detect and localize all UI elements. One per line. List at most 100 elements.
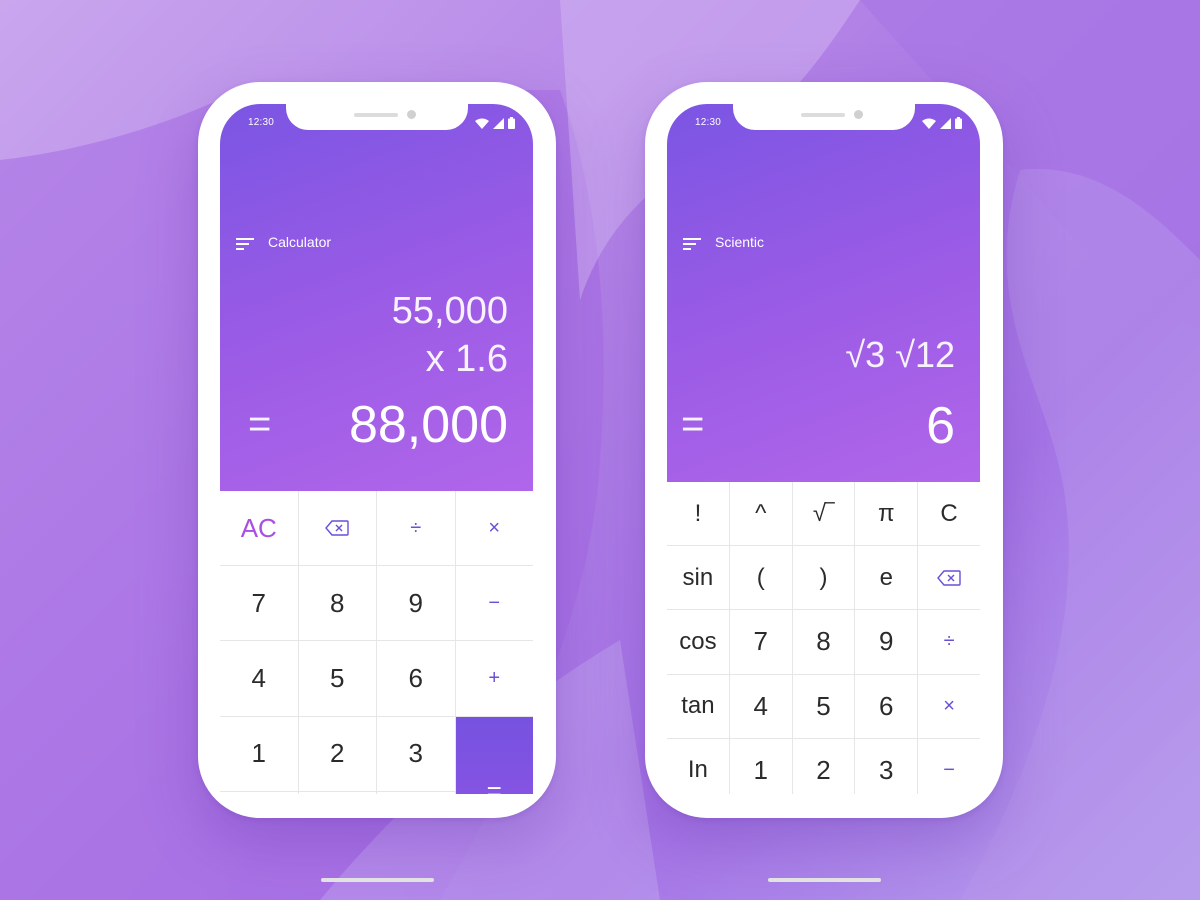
key-6[interactable]: 6 (855, 674, 918, 738)
status-icons (475, 117, 515, 129)
key-sin[interactable]: sin (667, 546, 729, 610)
expression-line-2: x 1.6 (425, 338, 508, 380)
key-3[interactable]: 3 (377, 716, 455, 791)
key-label: C (940, 499, 958, 527)
key-sqrt[interactable]: √‾ (792, 482, 855, 546)
backspace-key[interactable] (918, 546, 980, 610)
key-label: 6 (879, 690, 894, 721)
app-title: Scientic (715, 234, 765, 250)
key-label: 5 (330, 662, 345, 693)
key-4[interactable]: 4 (729, 674, 792, 738)
key-multiply[interactable]: × (455, 491, 533, 566)
key-label: 2 (330, 738, 345, 769)
key-cos[interactable]: cos (667, 610, 729, 674)
speaker-grille (801, 113, 845, 117)
key-1[interactable]: 1 (220, 716, 298, 791)
key-9[interactable]: 9 (855, 610, 918, 674)
key-label: 6 (408, 662, 423, 693)
key-0[interactable]: 0 (298, 791, 376, 794)
wifi-icon (922, 118, 936, 129)
key-5[interactable]: 5 (298, 641, 376, 716)
key-label: 3 (408, 738, 423, 769)
key-e[interactable]: e (855, 546, 918, 610)
backspace-key[interactable] (298, 491, 376, 566)
key-8[interactable]: 8 (792, 610, 855, 674)
notch (733, 104, 915, 130)
wifi-icon (475, 118, 489, 129)
key-label: 7 (753, 626, 768, 657)
front-camera (854, 110, 863, 119)
key-6[interactable]: 6 (377, 641, 455, 716)
key-percent[interactable]: % (220, 791, 298, 794)
key-label: + (488, 666, 501, 689)
key-divide[interactable]: ÷ (918, 610, 980, 674)
result-value: 6 (926, 397, 955, 455)
key-minus[interactable]: − (455, 566, 533, 641)
key-4[interactable]: 4 (220, 641, 298, 716)
key-2[interactable]: 2 (792, 738, 855, 794)
key-label: tan (681, 692, 715, 720)
key-label: 5 (816, 690, 831, 721)
key-pi[interactable]: π (855, 482, 918, 546)
app-title: Calculator (268, 234, 332, 250)
key-8[interactable]: 8 (298, 566, 376, 641)
key-factorial[interactable]: ! (667, 482, 729, 546)
front-camera (407, 110, 416, 119)
key-plus[interactable]: + (455, 641, 533, 716)
background-shapes (0, 0, 1200, 900)
key-1[interactable]: 1 (729, 738, 792, 794)
status-time: 12:30 (248, 117, 275, 128)
key-label: 8 (816, 626, 831, 657)
key-label: e (879, 563, 893, 591)
menu-icon[interactable] (236, 238, 254, 250)
key-label: AC (240, 512, 277, 543)
calculator-keypad: AC ÷ × 7 8 9 − 4 5 6 +1 2 3 =%0· (220, 491, 533, 794)
key-label: ÷ (410, 516, 422, 539)
key-label: ^ (755, 499, 767, 527)
battery-icon (955, 117, 962, 129)
phone-scientific: 12:30 Scientic √3 √12 = 6 ! ^ √‾ π Csin () e co… (645, 82, 1003, 882)
key-tan[interactable]: tan (667, 674, 729, 738)
key-equals[interactable]: = (455, 716, 533, 794)
key-5[interactable]: 5 (792, 674, 855, 738)
key-in[interactable]: In (667, 738, 729, 794)
scientific-screen: 12:30 Scientic √3 √12 = 6 ! ^ √‾ π Csin () e co… (667, 104, 980, 794)
key-9[interactable]: 9 (377, 566, 455, 641)
key-label: 9 (879, 626, 894, 657)
key-clear[interactable]: C (918, 482, 980, 546)
key-label: π (878, 499, 895, 527)
key-open-paren[interactable]: ( (729, 546, 792, 610)
notch (286, 104, 468, 130)
key-power[interactable]: ^ (729, 482, 792, 546)
key-label: 2 (816, 754, 831, 785)
key-label: × (943, 694, 955, 717)
key-label: 7 (251, 587, 266, 618)
key-decimal[interactable]: · (377, 791, 455, 794)
key-close-paren[interactable]: ) (792, 546, 855, 610)
key-2[interactable]: 2 (298, 716, 376, 791)
key-label: × (488, 516, 501, 539)
key-label: ( (756, 563, 765, 591)
key-3[interactable]: 3 (855, 738, 918, 794)
key-7[interactable]: 7 (220, 566, 298, 641)
key-label: sin (682, 563, 714, 591)
battery-icon (508, 117, 515, 129)
key-label: 1 (251, 738, 266, 769)
key-label: − (943, 758, 955, 781)
key-divide[interactable]: ÷ (377, 491, 455, 566)
signal-icon (493, 117, 504, 129)
key-label: 4 (753, 690, 768, 721)
scientific-keypad: !^√‾πCsin()ecos789÷tan456×In123−lg0.. =+ (667, 482, 980, 794)
key-all-clear[interactable]: AC (220, 491, 298, 566)
phone-calculator: 12:30 Calculator 55,000 x 1.6 = 88,000 A… (198, 82, 556, 882)
status-icons (922, 117, 962, 129)
key-multiply[interactable]: × (918, 674, 980, 738)
key-label: ) (819, 563, 828, 591)
calculator-display: 12:30 Calculator 55,000 x 1.6 = 88,000 (220, 104, 533, 491)
key-7[interactable]: 7 (729, 610, 792, 674)
backspace-icon (937, 570, 961, 586)
signal-icon (940, 117, 951, 129)
key-minus[interactable]: − (918, 738, 980, 794)
key-label: 1 (753, 754, 768, 785)
menu-icon[interactable] (683, 238, 701, 250)
